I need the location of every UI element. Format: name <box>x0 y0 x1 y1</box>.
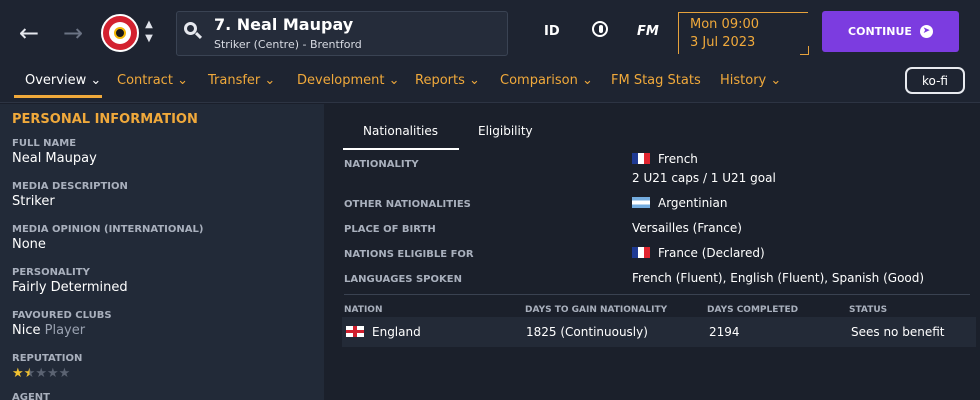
id-icon[interactable]: ID <box>544 24 560 39</box>
player-title: 7. Neal Maupay <box>214 15 354 34</box>
continue-arrow-icon: ➤ <box>919 25 933 38</box>
row-days-to-gain: 1825 (Continuously) <box>526 325 648 339</box>
column-header-status[interactable]: STATUS <box>849 305 887 315</box>
game-date-date: 3 Jul 2023 <box>690 35 756 50</box>
globe-icon[interactable] <box>592 21 608 37</box>
kofi-button[interactable]: ko-fi <box>905 67 965 94</box>
nations-eligible-value[interactable]: France (Declared) <box>632 246 765 260</box>
row-days-completed: 2194 <box>709 325 740 339</box>
empty-star-icon: ★ <box>35 366 47 381</box>
nationality-label: NATIONALITY <box>344 159 419 170</box>
row-status: Sees no benefit <box>851 325 945 339</box>
back-arrow-icon[interactable]: ← <box>16 18 42 48</box>
tab-development[interactable]: Development ⌄ <box>297 73 400 88</box>
caps-value: 2 U21 caps / 1 U21 goal <box>632 171 776 185</box>
nationality-value[interactable]: French <box>632 152 698 166</box>
languages-label: LANGUAGES SPOKEN <box>344 274 462 285</box>
player-switch-icon[interactable]: ▲ ▼ <box>141 18 157 48</box>
continue-button[interactable]: CONTINUE ➤ <box>822 11 959 52</box>
argentina-flag-icon <box>632 197 650 208</box>
tab-fm-stag-stats[interactable]: FM Stag Stats <box>611 73 701 88</box>
subtab-nationalities[interactable]: Nationalities <box>363 124 438 138</box>
tab-transfer[interactable]: Transfer ⌄ <box>208 73 275 88</box>
player-subtitle: Striker (Centre) - Brentford <box>214 38 362 51</box>
other-nationalities-value[interactable]: Argentinian <box>632 196 727 210</box>
media-opinion-value: None <box>12 237 46 252</box>
personality-label: PERSONALITY <box>12 267 90 278</box>
fm-icon[interactable]: FM <box>637 24 659 39</box>
club-crest-icon[interactable] <box>101 14 139 52</box>
languages-value: French (Fluent), English (Fluent), Spani… <box>632 271 925 285</box>
france-flag-icon <box>632 247 650 258</box>
personal-information-panel: PERSONAL INFORMATION FULL NAME Neal Maup… <box>0 104 324 400</box>
star-icon: ★ <box>12 366 24 381</box>
media-description-value: Striker <box>12 194 55 209</box>
tab-comparison[interactable]: Comparison ⌄ <box>500 73 593 88</box>
reputation-label: REPUTATION <box>12 353 83 364</box>
half-star-icon: ★ <box>23 366 36 381</box>
media-description-label: MEDIA DESCRIPTION <box>12 181 128 192</box>
panel-title: PERSONAL INFORMATION <box>12 112 198 127</box>
tab-reports[interactable]: Reports ⌄ <box>415 73 480 88</box>
favoured-clubs-label: FAVOURED CLUBS <box>12 310 112 321</box>
subtab-eligibility[interactable]: Eligibility <box>478 124 533 138</box>
reputation-stars: ★★★★★ <box>12 366 70 381</box>
tab-overview[interactable]: Overview ⌄ <box>25 73 101 88</box>
place-of-birth-label: PLACE OF BIRTH <box>344 224 436 235</box>
game-date-day: Mon 09:00 <box>690 17 760 32</box>
england-flag-icon <box>346 326 364 337</box>
personality-value: Fairly Determined <box>12 280 128 295</box>
nations-eligible-label: NATIONS ELIGIBLE FOR <box>344 249 474 260</box>
favoured-club-name[interactable]: Nice <box>12 323 40 338</box>
media-opinion-label: MEDIA OPINION (INTERNATIONAL) <box>12 224 204 235</box>
nationalities-panel: Nationalities Eligibility NATIONALITY Fr… <box>324 104 980 400</box>
column-header-days-completed[interactable]: DAYS COMPLETED <box>707 305 798 315</box>
agent-label: AGENT <box>12 392 50 400</box>
full-name-value: Neal Maupay <box>12 151 97 166</box>
divider <box>344 294 970 295</box>
favoured-clubs-value[interactable]: Nice Player <box>12 323 85 338</box>
column-header-nation[interactable]: NATION <box>344 305 382 315</box>
game-date[interactable]: Mon 09:00 3 Jul 2023 <box>678 12 809 55</box>
tab-contract[interactable]: Contract ⌄ <box>117 73 188 88</box>
column-header-days-to-gain[interactable]: DAYS TO GAIN NATIONALITY <box>525 305 667 315</box>
active-subtab-indicator <box>343 148 459 150</box>
row-nation[interactable]: England <box>346 325 421 339</box>
continue-label: CONTINUE <box>848 25 912 38</box>
other-nationalities-label: OTHER NATIONALITIES <box>344 199 471 210</box>
active-tab-indicator <box>14 95 102 98</box>
empty-star-icon: ★ <box>58 366 71 381</box>
search-icon[interactable] <box>184 22 203 40</box>
place-of-birth-value: Versailles (France) <box>632 221 742 235</box>
france-flag-icon <box>632 153 650 164</box>
favoured-club-role: Player <box>44 323 86 338</box>
full-name-label: FULL NAME <box>12 138 77 149</box>
tab-history[interactable]: History ⌄ <box>720 73 781 88</box>
forward-arrow-icon[interactable]: → <box>60 18 86 48</box>
empty-star-icon: ★ <box>46 366 59 381</box>
